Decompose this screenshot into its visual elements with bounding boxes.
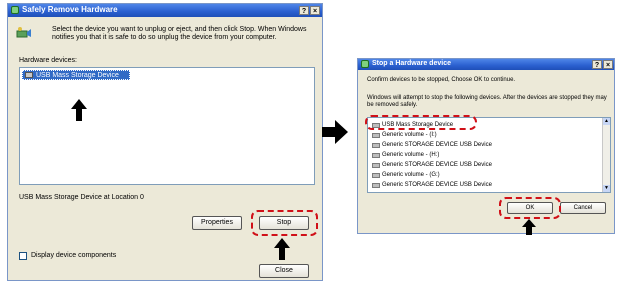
drive-icon: [372, 143, 380, 148]
arrow-up-icon: [274, 238, 290, 260]
hardware-devices-label: Hardware devices:: [19, 57, 77, 64]
list-item[interactable]: Generic STORAGE DEVICE USB Device: [368, 181, 598, 190]
info-text: Windows will attempt to stop the followi…: [367, 95, 607, 108]
drive-icon: [372, 183, 380, 188]
stop-hardware-device-dialog: Stop a Hardware device ? × Confirm devic…: [357, 58, 615, 235]
safely-remove-icon: [16, 26, 32, 38]
scrollbar[interactable]: ▲ ▼: [602, 118, 610, 192]
scroll-down-icon[interactable]: ▼: [603, 185, 610, 192]
list-item-usb-mass-storage[interactable]: USB Mass Storage Device: [22, 70, 130, 80]
list-item-label: Generic STORAGE DEVICE USB Device: [382, 142, 492, 148]
usb-device-highlight: [365, 115, 477, 130]
hardware-icon: [361, 60, 369, 68]
title-bar[interactable]: Stop a Hardware device ? ×: [358, 59, 614, 70]
list-item-label: Generic volume - (G:): [382, 172, 440, 178]
list-item-label: USB Mass Storage Device: [36, 72, 119, 79]
drive-icon: [372, 163, 380, 168]
list-item-label: Generic STORAGE DEVICE USB Device: [382, 162, 492, 168]
title-bar[interactable]: Safely Remove Hardware ? ×: [8, 4, 322, 17]
usb-device-icon: [25, 72, 33, 78]
drive-icon: [372, 153, 380, 158]
list-item-label: Generic volume - (I:): [382, 132, 437, 138]
help-button[interactable]: ?: [592, 60, 602, 69]
arrow-up-icon: [71, 99, 87, 121]
dialog-title: Stop a Hardware device: [372, 60, 451, 67]
close-icon[interactable]: ×: [310, 6, 320, 15]
hardware-icon: [11, 6, 19, 14]
list-item[interactable]: Generic volume - (H:): [368, 151, 598, 160]
close-icon[interactable]: ×: [603, 60, 613, 69]
display-components-label: Display device components: [31, 252, 117, 259]
display-components-checkbox[interactable]: [19, 252, 27, 260]
dialog-title: Safely Remove Hardware: [22, 5, 118, 14]
hardware-devices-list[interactable]: USB Mass Storage Device: [19, 67, 315, 185]
close-button[interactable]: Close: [259, 264, 309, 278]
instructions-text: Select the device you want to unplug or …: [52, 26, 307, 41]
drive-icon: [372, 173, 380, 178]
list-item[interactable]: Generic STORAGE DEVICE USB Device: [368, 161, 598, 170]
list-item-label: Generic volume - (H:): [382, 152, 440, 158]
device-status-text: USB Mass Storage Device at Location 0: [19, 194, 144, 201]
list-item[interactable]: Generic volume - (G:): [368, 171, 598, 180]
properties-button[interactable]: Properties: [192, 216, 242, 230]
help-button[interactable]: ?: [299, 6, 309, 15]
safely-remove-hardware-dialog: Safely Remove Hardware ? × Select the de…: [7, 3, 323, 281]
list-item[interactable]: Generic STORAGE DEVICE USB Device: [368, 141, 598, 150]
drive-icon: [372, 133, 380, 138]
list-item[interactable]: Generic volume - (I:): [368, 131, 598, 140]
list-item-label: Generic STORAGE DEVICE USB Device: [382, 182, 492, 188]
stop-button-highlight: [251, 210, 318, 236]
cancel-button[interactable]: Cancel: [560, 202, 606, 214]
arrow-right-icon: [322, 120, 348, 144]
scroll-up-icon[interactable]: ▲: [603, 118, 610, 125]
arrow-up-icon: [522, 219, 536, 235]
confirm-text: Confirm devices to be stopped, Choose OK…: [367, 77, 516, 83]
ok-button-highlight: [499, 197, 561, 219]
